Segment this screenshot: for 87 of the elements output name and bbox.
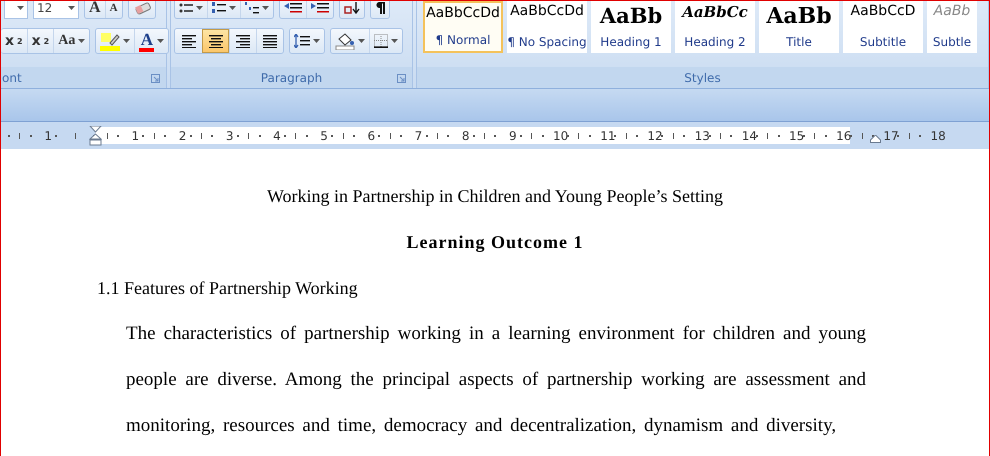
ruler-number: 14 (742, 128, 756, 142)
style-tile[interactable]: AaBbCcDd ¶ Normal (423, 1, 503, 53)
font-name-field[interactable] (4, 1, 28, 19)
font-color-glyph: A (140, 30, 153, 48)
eraser-icon (132, 1, 151, 14)
style-preview: AaBb (766, 4, 832, 28)
shrink-font-button[interactable]: A (104, 1, 122, 18)
font-size-field[interactable]: 12 (33, 1, 79, 19)
style-tile[interactable]: AaBb Subtle (927, 1, 977, 53)
style-name: Subtle (932, 35, 972, 49)
highlighter-icon (100, 31, 120, 51)
body-paragraph: The characteristics of partnership working in a learning environment for children and young people are diverse. Among the principal aspects of partnership working are assessment and monitoring, resources and time, democracy and decentralization, dynamism and diversity, (126, 322, 866, 438)
indent-marker-icon[interactable] (89, 126, 102, 146)
style-tile[interactable]: AaBbCcDd ¶ No Spacing (507, 1, 587, 53)
caret-icon (78, 39, 86, 43)
ruler-number: 4 (272, 128, 282, 142)
caret-icon (196, 6, 203, 10)
multilevel-list-icon (245, 2, 259, 14)
ruler-number: 18 (930, 128, 945, 142)
ruler[interactable]: 1 1 2 3 4 5 6 7 8 9 10 11 12 13 14 15 16 17 18 (1, 122, 989, 149)
ruler-number: 8 (460, 128, 470, 142)
ruler-number: 10 (553, 128, 568, 142)
bulleted-list-icon (179, 2, 193, 12)
superscript-button[interactable]: x $^{2}$ (26, 29, 54, 53)
style-tile[interactable]: AaBb Heading 1 (591, 1, 671, 53)
style-preview: AaBbCcD (850, 4, 916, 20)
style-tile[interactable]: AaBb Title (759, 1, 839, 53)
ruler-number: 9 (508, 128, 518, 142)
caret-icon (157, 39, 164, 43)
ruler-number: 13 (694, 128, 709, 142)
align-right-icon (236, 34, 250, 48)
style-name: Heading 1 (600, 35, 662, 49)
style-name: Heading 2 (684, 35, 746, 49)
group-label: ont (2, 70, 22, 84)
style-tile[interactable]: AaBbCc Heading 2 (675, 1, 755, 53)
style-name: ¶ Normal (436, 33, 490, 47)
ruler-number: 16 (836, 128, 850, 142)
ruler-number: 11 (600, 128, 614, 142)
ruler-number: 6 (366, 128, 376, 142)
ruler-number: 1 (130, 128, 140, 142)
paint-bucket-icon (335, 32, 355, 50)
align-center-button[interactable] (202, 29, 229, 53)
align-left-icon (182, 34, 196, 48)
increase-indent-icon (311, 2, 329, 14)
style-preview: AaBb (934, 4, 970, 20)
style-preview: AaBbCc (682, 4, 748, 20)
align-center-icon (208, 34, 222, 48)
style-preview: AaBb (600, 4, 662, 28)
style-preview: AaBbCcDd (426, 6, 500, 22)
style-name: Title (786, 35, 812, 49)
ruler-number: 5 (319, 128, 329, 142)
group-label: Styles (684, 70, 721, 84)
color-bar (139, 48, 154, 52)
section-heading: Learning Outcome 1 (406, 231, 584, 253)
style-tile[interactable]: AaBbCcD Subtitle (843, 1, 923, 53)
style-name: ¶ No Spacing (507, 35, 587, 49)
align-justify-icon (263, 34, 277, 48)
style-preview: AaBbCcDd (510, 4, 584, 20)
ruler-number: 2 (178, 128, 188, 142)
pilcrow-icon (375, 2, 385, 14)
ruler-number: 17 (883, 128, 898, 142)
font-color-button[interactable]: A (134, 29, 168, 53)
grow-font-button[interactable]: A (85, 1, 105, 18)
right-indent-marker-icon[interactable] (870, 135, 881, 143)
ruler-number: 1 (43, 128, 53, 142)
line-spacing-icon (294, 34, 310, 48)
caret-icon (229, 6, 236, 10)
caret-icon (262, 6, 269, 10)
caret-icon (391, 39, 398, 43)
caret-icon (68, 6, 75, 10)
ruler-number: 15 (788, 128, 803, 142)
caret-icon (123, 39, 130, 43)
ruler-number: 7 (414, 128, 424, 142)
numbered-list-icon (212, 2, 226, 14)
caret-icon (313, 39, 320, 43)
group-label: Paragraph (260, 70, 322, 84)
subsection-heading: 1.1 Features of Partnership Working (97, 277, 359, 299)
sort-icon (344, 2, 360, 14)
style-name: Subtitle (860, 35, 906, 49)
caret-icon (17, 6, 24, 10)
ruler-number: 12 (647, 128, 662, 142)
borders-icon (374, 34, 388, 48)
caret-icon (358, 39, 365, 43)
change-case-button[interactable]: Aa (53, 29, 90, 53)
ruler-number: 3 (224, 128, 235, 142)
document-title: Working in Partnership in Children and Young People’s Setting (266, 185, 724, 207)
decrease-indent-icon (284, 2, 302, 14)
